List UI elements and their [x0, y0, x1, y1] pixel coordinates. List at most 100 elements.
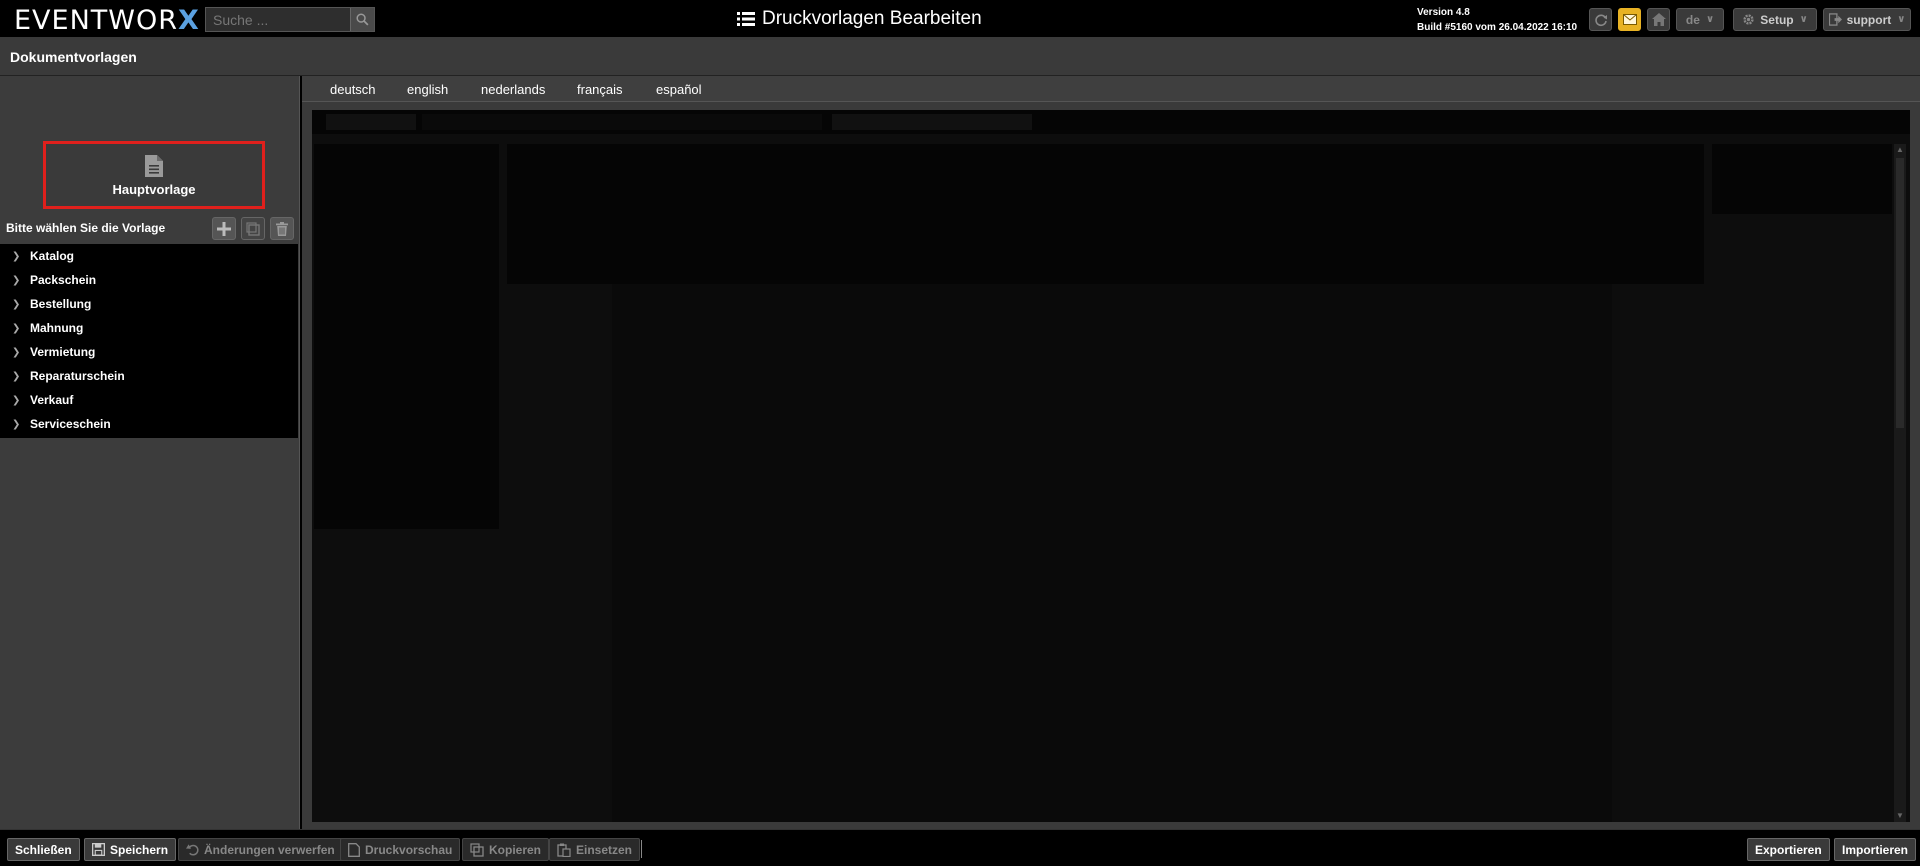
close-button-label: Schließen	[15, 842, 72, 857]
tree-item[interactable]: ❯ Verkauf	[0, 388, 298, 412]
print-preview-button[interactable]: Druckvorschau	[340, 838, 461, 861]
chevron-down-icon: ∨	[1705, 14, 1715, 25]
tab-language[interactable]: français	[577, 82, 623, 97]
save-button[interactable]: Speichern	[84, 838, 177, 861]
tree-item-label: Verkauf	[30, 393, 74, 407]
canvas-field	[832, 114, 1032, 130]
template-sidebar: Hauptvorlage Bitte wählen Sie die Vorlag…	[0, 76, 300, 829]
tab-language[interactable]: nederlands	[481, 82, 545, 97]
delete-template-button[interactable]	[270, 217, 294, 240]
language-select[interactable]: de ∨	[1676, 8, 1724, 31]
document-icon	[348, 842, 360, 857]
tree-item-label: Vermietung	[30, 345, 96, 359]
template-tree: ❯ Katalog ❯ Packschein ❯ Bestellung ❯ Mahnung ❯ V…	[0, 244, 298, 438]
canvas-field	[422, 114, 822, 130]
chevron-right-icon[interactable]: ❯	[12, 419, 26, 430]
chevron-right-icon[interactable]: ❯	[12, 347, 26, 358]
canvas-field-strip	[312, 110, 1910, 134]
toolbar-separator	[641, 840, 642, 858]
chevron-right-icon[interactable]: ❯	[12, 299, 26, 310]
import-button[interactable]: Importieren	[1834, 838, 1917, 861]
choose-template-label: Bitte wählen Sie die Vorlage	[6, 221, 166, 235]
canvas-field	[326, 114, 416, 130]
export-button-label: Exportieren	[1755, 842, 1822, 857]
user-menu-button[interactable]: support ∨	[1823, 8, 1911, 31]
main-template-button[interactable]: Hauptvorlage	[43, 141, 265, 209]
copy-button-label: Kopieren	[489, 842, 542, 857]
tree-item[interactable]: ❯ Bestellung	[0, 292, 298, 316]
language-tabs: deutsch english nederlands français español	[302, 76, 1920, 102]
paste-icon	[557, 843, 571, 857]
tree-item-label: Mahnung	[30, 321, 84, 335]
editor-area: deutsch english nederlands français español …	[302, 76, 1920, 829]
setup-button[interactable]: Setup ∨	[1733, 8, 1817, 31]
chevron-right-icon[interactable]: ❯	[12, 395, 26, 406]
canvas-scrollbar[interactable]: ▲ ▼	[1894, 144, 1906, 822]
refresh-icon	[1594, 13, 1607, 26]
discard-changes-button[interactable]: Änderungen verwerfen	[178, 838, 343, 861]
tree-item[interactable]: ❯ Katalog	[0, 244, 298, 268]
main-template-label: Hauptvorlage	[112, 181, 196, 197]
paste-button[interactable]: Einsetzen	[549, 838, 641, 861]
mail-icon	[1622, 14, 1637, 25]
section-title: Dokumentvorlagen	[10, 49, 137, 65]
scroll-up-icon[interactable]: ▲	[1894, 144, 1906, 156]
version-text: Version 4.8	[1417, 7, 1470, 18]
chevron-right-icon[interactable]: ❯	[12, 371, 26, 382]
tree-item-label: Katalog	[30, 249, 75, 263]
template-canvas[interactable]: ▲ ▼	[312, 110, 1910, 822]
list-icon	[737, 12, 755, 26]
canvas-sidebar-block	[314, 144, 499, 529]
copy-icon	[246, 221, 260, 236]
home-button[interactable]	[1647, 8, 1670, 31]
tab-language[interactable]: español	[656, 82, 702, 97]
chevron-right-icon[interactable]: ❯	[12, 323, 26, 334]
chevron-down-icon: ∨	[1897, 14, 1906, 25]
import-button-label: Importieren	[1842, 842, 1909, 857]
refresh-button[interactable]	[1589, 8, 1612, 31]
bottom-toolbar: Schließen Speichern Änderungen verwerfen…	[0, 829, 1920, 866]
search-box	[205, 7, 375, 32]
search-input[interactable]	[206, 8, 346, 31]
gear-icon	[1743, 14, 1754, 25]
search-icon	[356, 13, 369, 26]
floppy-disk-icon	[92, 843, 105, 856]
tree-item-label: Reparaturschein	[30, 369, 125, 383]
version-info: Version 4.8 Build #5160 vom 26.04.2022 1…	[1417, 5, 1577, 35]
tree-item[interactable]: ❯ Packschein	[0, 268, 298, 292]
tab-language[interactable]: english	[407, 82, 448, 97]
chevron-right-icon[interactable]: ❯	[12, 275, 26, 286]
export-button[interactable]: Exportieren	[1747, 838, 1830, 861]
tree-item[interactable]: ❯ Reparaturschein	[0, 364, 298, 388]
duplicate-template-button[interactable]	[241, 217, 265, 240]
close-button[interactable]: Schließen	[7, 838, 80, 861]
app-logo[interactable]: EVENTWORX	[14, 5, 200, 36]
chevron-down-icon: ∨	[1799, 14, 1808, 25]
scrollbar-thumb[interactable]	[1896, 158, 1904, 428]
search-button[interactable]	[350, 8, 374, 31]
tree-item[interactable]: ❯ Mahnung	[0, 316, 298, 340]
tree-item[interactable]: ❯ Vermietung	[0, 340, 298, 364]
canvas-body-block	[612, 284, 1612, 822]
canvas-right-block	[1712, 144, 1892, 214]
scroll-down-icon[interactable]: ▼	[1894, 810, 1906, 822]
mail-button[interactable]	[1618, 8, 1641, 31]
top-bar: EVENTWORX Druckvorlagen Bearbeiten Versi…	[0, 0, 1920, 38]
trash-icon	[276, 221, 288, 236]
copy-icon	[470, 842, 484, 857]
logout-icon	[1828, 13, 1842, 26]
tab-language[interactable]: deutsch	[330, 82, 376, 97]
tree-item-label: Packschein	[30, 273, 97, 287]
tree-item-label: Bestellung	[30, 297, 92, 311]
copy-button[interactable]: Kopieren	[462, 838, 550, 861]
add-template-button[interactable]	[212, 217, 236, 240]
save-button-label: Speichern	[110, 842, 169, 857]
print-preview-label: Druckvorschau	[365, 842, 453, 857]
build-text: Build #5160 vom 26.04.2022 16:10	[1417, 22, 1578, 33]
plus-icon	[217, 221, 231, 236]
chevron-right-icon[interactable]: ❯	[12, 251, 26, 262]
tree-item[interactable]: ❯ Serviceschein	[0, 412, 298, 436]
language-select-value: de	[1685, 12, 1700, 27]
undo-icon	[186, 844, 199, 856]
discard-changes-label: Änderungen verwerfen	[204, 842, 335, 857]
